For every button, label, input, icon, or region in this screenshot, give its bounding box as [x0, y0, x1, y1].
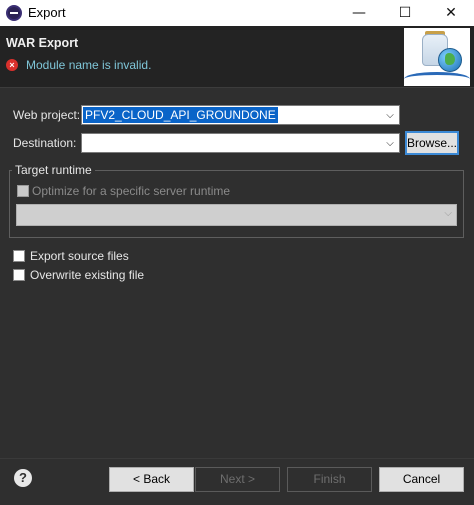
- window-title: Export: [28, 5, 66, 20]
- web-project-label: Web project:: [13, 108, 81, 122]
- runtime-select[interactable]: ⌵: [16, 204, 457, 226]
- globe-icon: [438, 48, 462, 72]
- dropdown-arrow-icon[interactable]: ⌵: [381, 106, 399, 124]
- optimize-runtime-label: Optimize for a specific server runtime: [32, 184, 231, 198]
- app-icon: [6, 5, 22, 21]
- dropdown-arrow-icon: ⌵: [444, 208, 452, 219]
- web-project-value: PFV2_CLOUD_API_GROUNDONE: [82, 106, 279, 124]
- war-export-wizard-icon: [404, 28, 470, 86]
- destination-combo[interactable]: ⌵: [81, 133, 400, 153]
- maximize-button[interactable]: ☐: [382, 0, 428, 26]
- export-source-checkbox[interactable]: [13, 250, 25, 262]
- overwrite-checkbox[interactable]: [13, 269, 25, 281]
- dropdown-arrow-icon[interactable]: ⌵: [381, 134, 399, 152]
- minimize-button[interactable]: —: [336, 0, 382, 26]
- overwrite-label[interactable]: Overwrite existing file: [30, 268, 144, 282]
- error-message: Module name is invalid.: [26, 58, 152, 72]
- footer-separator: [0, 458, 474, 459]
- error-icon: ×: [6, 59, 18, 71]
- cancel-button[interactable]: Cancel: [379, 467, 464, 492]
- help-icon[interactable]: ?: [14, 469, 32, 487]
- target-runtime-label: Target runtime: [12, 163, 95, 177]
- finish-button: Finish: [287, 467, 372, 492]
- optimize-runtime-checkbox[interactable]: [17, 185, 29, 197]
- title-bar: Export — ☐ ✕: [0, 0, 474, 26]
- web-project-combo[interactable]: PFV2_CLOUD_API_GROUNDONE ⌵: [81, 105, 400, 125]
- swoosh-shape: [404, 72, 470, 86]
- export-source-label[interactable]: Export source files: [30, 249, 129, 263]
- wizard-title: WAR Export: [6, 36, 79, 50]
- wizard-banner: WAR Export × Module name is invalid.: [0, 26, 474, 88]
- close-button[interactable]: ✕: [428, 0, 474, 26]
- next-button: Next >: [195, 467, 280, 492]
- back-button[interactable]: < Back: [109, 467, 194, 492]
- destination-label: Destination:: [13, 136, 77, 150]
- browse-button[interactable]: Browse...: [405, 131, 459, 155]
